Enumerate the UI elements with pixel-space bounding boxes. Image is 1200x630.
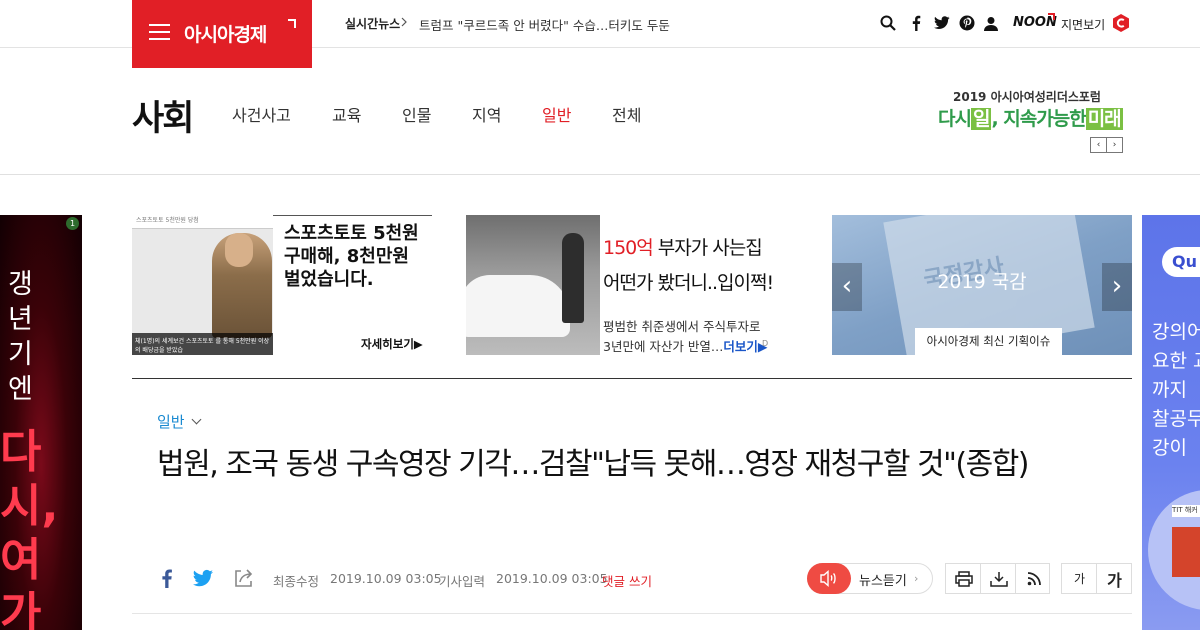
- nav-item-education[interactable]: 교육: [332, 102, 361, 126]
- c-logo-icon[interactable]: [1112, 14, 1130, 32]
- font-increase-button[interactable]: 가: [1097, 564, 1132, 593]
- promo-2-subtitle[interactable]: 평범한 취준생에서 주식투자로: [603, 316, 760, 335]
- twitter-share-icon[interactable]: [191, 566, 215, 590]
- site-logo[interactable]: 아시아경제: [132, 0, 312, 68]
- logo-mark-icon: [288, 19, 296, 28]
- download-icon[interactable]: [981, 564, 1016, 593]
- chevron-down-icon[interactable]: [191, 414, 202, 425]
- right-ad-product-box: [1172, 527, 1200, 577]
- facebook-share-icon[interactable]: [155, 566, 179, 590]
- promo-2-subtitle-text: 3년만에 자산가 반열…: [603, 339, 724, 354]
- forum-next-button[interactable]: ›: [1106, 137, 1123, 153]
- promo-image-1-topline: 스포츠토토 5천만원 당첨: [132, 215, 273, 229]
- promo-1-more-link[interactable]: 자세히보기▶: [361, 336, 423, 352]
- ticker-label[interactable]: 실시간뉴스: [345, 15, 400, 32]
- twitter-icon[interactable]: [933, 14, 951, 32]
- promo-image-1-caption: 체(1명)의 세계보건 스포츠토토 를 통해 5천만원 이상의 배당금을 받았습: [132, 333, 273, 355]
- header-divider: [0, 174, 1200, 175]
- promo-2-title-rest: 부자가 사는집: [652, 237, 763, 259]
- noon-mark-icon: [1048, 13, 1055, 20]
- ticker-headline[interactable]: 트럼프 "쿠르드족 안 버렸다" 수습…터키도 두둔: [419, 15, 670, 34]
- ad-marker: D: [762, 339, 769, 348]
- article-headline: 법원, 조국 동생 구속영장 기각…검찰"납득 못해…영장 재청구할 것"(종합…: [157, 447, 1030, 482]
- promo-1-title[interactable]: 스포츠토토 5천원 구매해, 8천만원 벌었습니다.: [284, 222, 429, 291]
- promo-person-head: [225, 233, 253, 267]
- promo-1-divider: [273, 215, 432, 216]
- rss-icon[interactable]: [1016, 564, 1051, 593]
- forum-prev-button[interactable]: ‹: [1090, 137, 1107, 153]
- menu-icon[interactable]: [149, 24, 170, 40]
- right-ad-line: 요한 교: [1152, 350, 1200, 372]
- nav-item-general[interactable]: 일반: [542, 102, 571, 126]
- published-label: 기사입력: [439, 574, 486, 589]
- forum-slogan-part: 다시: [938, 108, 972, 130]
- user-icon[interactable]: [982, 14, 1000, 32]
- right-ad-product-label: TIT 해커: [1172, 505, 1200, 517]
- left-ad-highlight: 다시,여가: [0, 425, 59, 630]
- right-ad-line: 찰공무: [1152, 408, 1200, 430]
- listen-circle[interactable]: [807, 563, 851, 594]
- banner-caption: 아시아경제 최신 기획이슈: [915, 328, 1062, 355]
- ad-badge: 1: [66, 217, 79, 230]
- article-tools: [945, 563, 1050, 594]
- person-figure: [562, 233, 584, 323]
- print-edition-link[interactable]: 지면보기: [1061, 16, 1105, 33]
- promo-image-2[interactable]: [466, 215, 600, 355]
- banner-prev-button[interactable]: ‹: [832, 263, 862, 311]
- chevron-right-icon: [401, 17, 407, 27]
- pinterest-icon[interactable]: [958, 14, 976, 32]
- right-ad-pill: Qu: [1162, 247, 1200, 277]
- right-ad-line: 강이: [1152, 437, 1187, 459]
- modified-label: 최종수정: [273, 574, 320, 589]
- font-decrease-button[interactable]: 가: [1062, 564, 1097, 593]
- banner-next-button[interactable]: ›: [1102, 263, 1132, 311]
- nav-item-people[interactable]: 인물: [402, 102, 431, 126]
- section-title[interactable]: 사회: [132, 90, 194, 141]
- left-ad-text: 갱년기엔: [8, 269, 33, 405]
- car-figure: [466, 275, 570, 337]
- write-comment-link[interactable]: 댓글 쓰기: [602, 571, 652, 590]
- chevron-right-icon: ›: [914, 572, 919, 585]
- right-ad-line: 강의어: [1152, 321, 1200, 343]
- promo-2-amount: 150억: [603, 237, 654, 259]
- forum-banner-slogan[interactable]: 다시 일, 지속가능한 미래: [938, 104, 1123, 131]
- nav-item-region[interactable]: 지역: [472, 102, 501, 126]
- logo-text[interactable]: 아시아경제: [184, 20, 267, 47]
- print-icon[interactable]: [946, 564, 981, 593]
- nav-item-accidents[interactable]: 사건사고: [232, 102, 291, 126]
- promo-2-subtitle-line2[interactable]: 3년만에 자산가 반열…더보기▶: [603, 336, 768, 355]
- search-icon[interactable]: [879, 14, 897, 32]
- forum-slogan-part: , 지속가능한: [991, 108, 1086, 130]
- promo-2-title[interactable]: 150억 부자가 사는집: [603, 233, 763, 260]
- banner-title: 2019 국감: [937, 271, 1027, 293]
- article-category[interactable]: 일반: [157, 411, 185, 432]
- article-meta-divider: [132, 613, 1132, 614]
- speaker-icon: [820, 569, 836, 588]
- listen-news-label[interactable]: 뉴스듣기: [859, 570, 907, 589]
- forum-slogan-highlight: 일: [970, 108, 992, 130]
- font-size-tools: 가 가: [1061, 563, 1132, 594]
- left-side-ad[interactable]: 갱년기엔 다시,여가: [0, 215, 82, 630]
- right-ad-line: 까지: [1152, 379, 1187, 401]
- published-time: 2019.10.09 03:05: [496, 571, 608, 586]
- right-side-ad[interactable]: Qu 강의어 요한 교 까지 찰공무 강이 TIT 해커: [1142, 215, 1200, 630]
- issue-banner[interactable]: 국정감사 2019 국감 ‹ › 아시아경제 최신 기획이슈: [832, 215, 1132, 355]
- promo-image-1[interactable]: 스포츠토토 5천만원 당첨 체(1명)의 세계보건 스포츠토토 를 통해 5천만…: [132, 215, 273, 355]
- promo-divider: [132, 378, 1132, 379]
- share-icon[interactable]: [232, 566, 256, 590]
- promo-2-more-link[interactable]: 더보기▶: [723, 339, 767, 354]
- promo-2-title-line2[interactable]: 어떤가 봤더니..입이쩍!: [603, 268, 774, 295]
- nav-item-all[interactable]: 전체: [612, 102, 641, 126]
- facebook-icon[interactable]: [907, 14, 925, 32]
- modified-time: 2019.10.09 03:05: [330, 571, 442, 586]
- forum-slogan-highlight: 미래: [1085, 108, 1123, 130]
- forum-banner-title[interactable]: 2019 아시아여성리더스포럼: [953, 88, 1101, 105]
